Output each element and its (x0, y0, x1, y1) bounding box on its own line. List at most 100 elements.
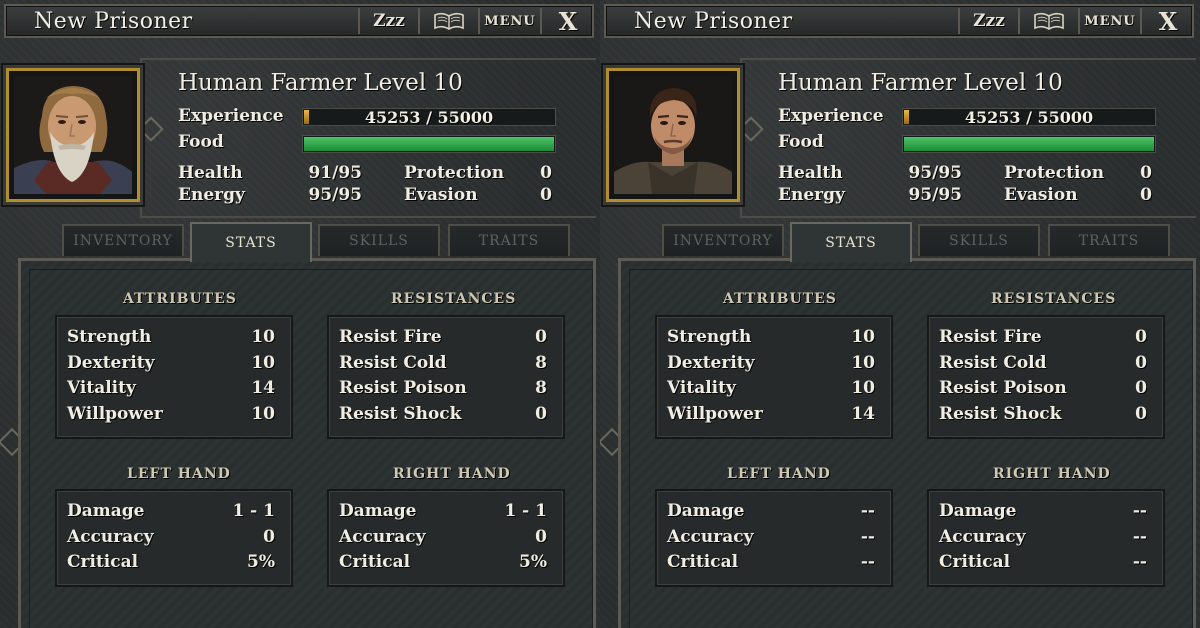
attribute-row: Vitality 10 (667, 378, 875, 402)
resistance-value: 0 (1135, 353, 1147, 373)
experience-label: Experience (178, 106, 284, 126)
energy-label: Energy (178, 185, 245, 205)
resistance-row: Resist Fire 0 (339, 327, 547, 351)
resistances-box: Resist Fire 0 Resist Cold 0 Resist Poison 0… (927, 315, 1165, 439)
health-value: 95/95 (908, 163, 962, 183)
weapon-stat-row: Damage -- (667, 501, 875, 525)
sleep-button[interactable]: Zzz (958, 8, 1018, 34)
sleep-button[interactable]: Zzz (358, 8, 418, 34)
weapon-stat-label: Critical (67, 552, 139, 572)
evasion-label: Evasion (404, 185, 478, 205)
health-label: Health (178, 163, 243, 183)
weapon-stat-label: Damage (67, 501, 145, 521)
resistance-label: Resist Fire (939, 327, 1042, 347)
experience-label: Experience (778, 106, 884, 126)
left-hand-heading: LEFT HAND (127, 466, 231, 482)
resistance-label: Resist Poison (939, 378, 1067, 398)
right-hand-box: Damage 1 - 1 Accuracy 0 Critical 5% (327, 489, 565, 587)
portrait-young-man (614, 76, 732, 194)
health-label: Health (778, 163, 843, 183)
character-title: New Prisoner (634, 9, 793, 34)
energy-label: Energy (778, 185, 845, 205)
attributes-box: Strength 10 Dexterity 10 Vitality 10 Willpo… (655, 315, 893, 439)
food-bar-fill (904, 137, 1154, 151)
attribute-value: 10 (851, 353, 875, 373)
tab-inventory[interactable]: INVENTORY (62, 224, 184, 256)
weapon-stat-label: Accuracy (667, 527, 754, 547)
weapon-stat-row: Accuracy 0 (339, 527, 547, 551)
attribute-label: Strength (67, 327, 152, 347)
experience-bar: 45253 / 55000 (302, 108, 556, 127)
resistance-row: Resist Poison 8 (339, 378, 547, 402)
evasion-value: 0 (540, 185, 552, 205)
book-icon (434, 12, 464, 30)
stats-frame: ATTRIBUTES Strength 10 Dexterity 10 Vitali… (18, 258, 596, 628)
food-bar (902, 135, 1156, 153)
weapon-stat-label: Damage (667, 501, 745, 521)
character-class-level: Human Farmer Level 10 (178, 70, 463, 96)
food-bar (302, 135, 556, 153)
experience-value: 45253 / 55000 (964, 108, 1094, 127)
attribute-label: Dexterity (667, 353, 755, 373)
attribute-value: 10 (251, 353, 275, 373)
resistance-label: Resist Fire (339, 327, 442, 347)
journal-button[interactable] (418, 8, 478, 34)
tab-skills[interactable]: SKILLS (318, 224, 440, 256)
weapon-stat-row: Critical -- (939, 552, 1147, 576)
resistance-row: Resist Fire 0 (939, 327, 1147, 351)
weapon-stat-value: -- (860, 552, 875, 572)
attribute-label: Willpower (667, 404, 763, 424)
experience-value: 45253 / 55000 (364, 108, 494, 127)
portrait[interactable] (606, 68, 740, 202)
close-button[interactable]: X (540, 7, 594, 36)
tab-stats[interactable]: STATS (190, 222, 312, 262)
tab-stats[interactable]: STATS (790, 222, 912, 262)
attribute-label: Vitality (667, 378, 736, 398)
menu-button[interactable]: MENU (1078, 8, 1140, 34)
character-sheets: New Prisoner Zzz MENU X Human Farmer Lev… (0, 0, 1200, 628)
resistances-box: Resist Fire 0 Resist Cold 8 Resist Poison 8… (327, 315, 565, 439)
right-hand-heading: RIGHT HAND (993, 466, 1111, 482)
weapon-stat-label: Accuracy (939, 527, 1026, 547)
resistance-value: 0 (535, 404, 547, 424)
right-hand-box: Damage -- Accuracy -- Critical -- (927, 489, 1165, 587)
weapon-stat-value: -- (860, 501, 875, 521)
tab-inventory[interactable]: INVENTORY (662, 224, 784, 256)
journal-button[interactable] (1018, 8, 1078, 34)
evasion-value: 0 (1140, 185, 1152, 205)
energy-value: 95/95 (308, 185, 362, 205)
attribute-row: Strength 10 (667, 327, 875, 351)
attribute-value: 10 (251, 327, 275, 347)
close-button[interactable]: X (1140, 7, 1194, 36)
right-hand-heading: RIGHT HAND (393, 466, 511, 482)
protection-label: Protection (404, 163, 505, 183)
food-bar-fill (304, 137, 554, 151)
frame-ornament (740, 100, 762, 160)
weapon-stat-row: Damage 1 - 1 (67, 501, 275, 525)
attribute-label: Dexterity (67, 353, 155, 373)
menu-button[interactable]: MENU (478, 8, 540, 34)
weapon-stat-row: Critical -- (667, 552, 875, 576)
resistance-row: Resist Cold 8 (339, 353, 547, 377)
tab-traits[interactable]: TRAITS (1048, 224, 1170, 256)
portrait[interactable] (6, 68, 140, 202)
attributes-heading: ATTRIBUTES (723, 291, 837, 307)
experience-bar: 45253 / 55000 (902, 108, 1156, 127)
tab-traits[interactable]: TRAITS (448, 224, 570, 256)
tab-skills[interactable]: SKILLS (918, 224, 1040, 256)
weapon-stat-value: 0 (263, 527, 275, 547)
title-bar: New Prisoner Zzz MENU X (4, 4, 594, 38)
weapon-stat-label: Accuracy (67, 527, 154, 547)
attributes-box: Strength 10 Dexterity 10 Vitality 14 Willpo… (55, 315, 293, 439)
attribute-row: Dexterity 10 (67, 353, 275, 377)
weapon-stat-value: 1 - 1 (504, 501, 547, 521)
frame-ornament (140, 100, 162, 160)
resistance-label: Resist Cold (939, 353, 1047, 373)
portrait-old-bearded-man (14, 76, 132, 194)
attribute-row: Willpower 14 (667, 404, 875, 428)
resistance-row: Resist Shock 0 (339, 404, 547, 428)
weapon-stat-label: Critical (339, 552, 411, 572)
weapon-stat-value: 5% (247, 552, 275, 572)
attribute-row: Willpower 10 (67, 404, 275, 428)
attribute-row: Dexterity 10 (667, 353, 875, 377)
